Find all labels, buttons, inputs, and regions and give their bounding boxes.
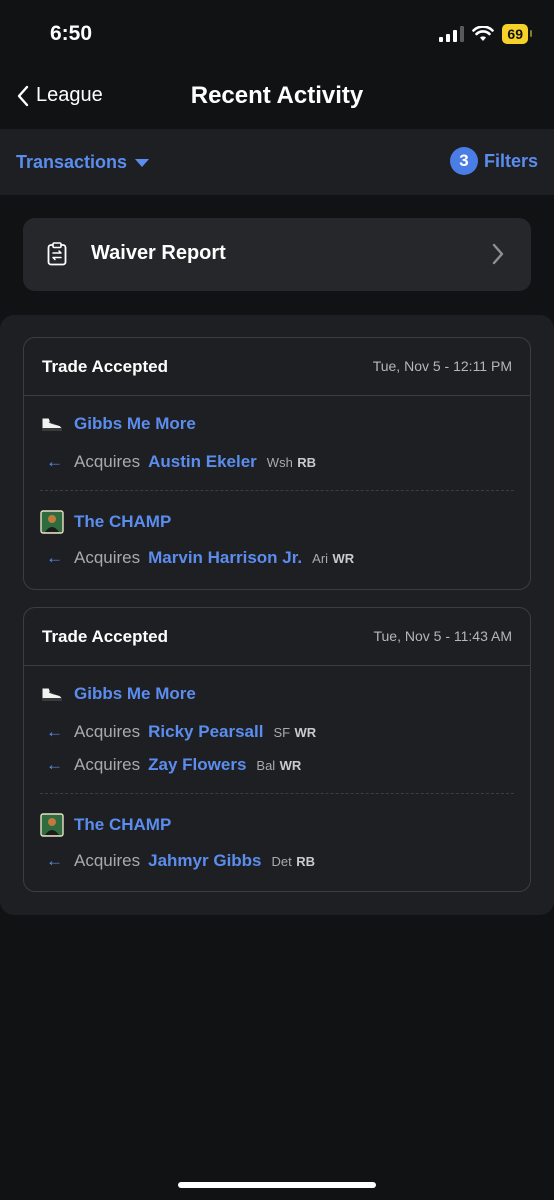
acquisition-row: ← Acquires Austin Ekeler Wsh RB bbox=[46, 452, 316, 472]
page-title: Recent Activity bbox=[190, 82, 364, 109]
status-bar: 6:50 69 bbox=[0, 0, 554, 70]
home-indicator[interactable] bbox=[178, 1182, 376, 1188]
team-name: The CHAMP bbox=[74, 512, 172, 531]
team-divider bbox=[40, 490, 514, 491]
trade-date: Tue, Nov 5 - 12:11 PM bbox=[372, 358, 512, 374]
waiver-report-label: Waiver Report bbox=[91, 242, 226, 264]
player-link[interactable]: Marvin Harrison Jr. bbox=[148, 548, 302, 568]
transactions-label: Transactions bbox=[16, 152, 128, 172]
player-team: Bal bbox=[256, 758, 276, 773]
acquires-label: Acquires bbox=[74, 851, 141, 870]
filters-button[interactable]: 3 Filters bbox=[449, 147, 538, 175]
player-position: RB bbox=[296, 854, 315, 869]
cellular-signal-icon bbox=[439, 26, 465, 42]
acquisition-row: ← Acquires Marvin Harrison Jr. Ari WR bbox=[46, 548, 354, 568]
transactions-dropdown[interactable]: Transactions bbox=[16, 152, 150, 173]
player-link[interactable]: Ricky Pearsall bbox=[148, 722, 263, 742]
team-divider bbox=[40, 793, 514, 794]
trade-card-header: Trade Accepted Tue, Nov 5 - 11:43 AM bbox=[24, 608, 530, 666]
waiver-report-row[interactable]: Waiver Report bbox=[23, 218, 531, 291]
trade-card: Trade Accepted Tue, Nov 5 - 12:11 PM Gib… bbox=[23, 337, 531, 590]
player-team: Det bbox=[271, 854, 292, 869]
activity-panel: Trade Accepted Tue, Nov 5 - 12:11 PM Gib… bbox=[0, 315, 554, 915]
acquisition-row: ← Acquires Ricky Pearsall SF WR bbox=[46, 722, 316, 742]
player-team: Wsh bbox=[266, 455, 293, 470]
acquires-label: Acquires bbox=[74, 452, 141, 471]
nav-bar: League Recent Activity bbox=[0, 70, 554, 128]
chevron-right-icon bbox=[492, 243, 504, 265]
arrow-left-icon: ← bbox=[46, 452, 63, 471]
player-position: WR bbox=[332, 551, 355, 566]
filters-label: Filters bbox=[483, 150, 538, 171]
team-row[interactable]: Gibbs Me More bbox=[40, 684, 196, 704]
acquisition-row: ← Acquires Jahmyr Gibbs Det RB bbox=[46, 851, 315, 871]
team-name: Gibbs Me More bbox=[74, 414, 196, 433]
acquisition-row: ← Acquires Zay Flowers Bal WR bbox=[46, 755, 301, 775]
caret-down-icon bbox=[135, 158, 150, 167]
wifi-icon bbox=[472, 26, 495, 41]
sneaker-icon bbox=[41, 417, 63, 432]
player-link[interactable]: Jahmyr Gibbs bbox=[148, 851, 261, 871]
player-team: Ari bbox=[312, 551, 329, 566]
team-row[interactable]: The CHAMP bbox=[40, 510, 171, 534]
status-icons: 69 bbox=[439, 24, 532, 44]
trade-card: Trade Accepted Tue, Nov 5 - 11:43 AM Gib… bbox=[23, 607, 531, 892]
acquires-label: Acquires bbox=[74, 548, 141, 567]
battery-indicator: 69 bbox=[502, 24, 532, 44]
sneaker-icon bbox=[41, 687, 63, 702]
acquires-label: Acquires bbox=[74, 755, 141, 774]
trade-card-header: Trade Accepted Tue, Nov 5 - 12:11 PM bbox=[24, 338, 530, 396]
trade-status: Trade Accepted bbox=[42, 357, 168, 376]
player-position: RB bbox=[297, 455, 317, 470]
filter-bar: Transactions 3 Filters bbox=[0, 129, 554, 195]
player-link[interactable]: Austin Ekeler bbox=[148, 452, 257, 472]
acquires-label: Acquires bbox=[74, 722, 141, 741]
player-team: SF bbox=[273, 725, 291, 740]
arrow-left-icon: ← bbox=[46, 851, 63, 870]
filter-count-badge: 3 bbox=[449, 147, 478, 175]
champ-avatar-icon bbox=[40, 510, 64, 534]
player-link[interactable]: Zay Flowers bbox=[148, 755, 246, 775]
champ-avatar-icon bbox=[40, 813, 64, 837]
arrow-left-icon: ← bbox=[46, 722, 63, 741]
clipboard-swap-icon bbox=[47, 242, 67, 266]
team-name: Gibbs Me More bbox=[74, 684, 196, 703]
player-position: WR bbox=[294, 725, 317, 740]
team-name: The CHAMP bbox=[74, 815, 172, 834]
team-row[interactable]: Gibbs Me More bbox=[40, 414, 196, 434]
arrow-left-icon: ← bbox=[46, 548, 63, 567]
trade-status: Trade Accepted bbox=[42, 627, 168, 646]
player-position: WR bbox=[279, 758, 302, 773]
arrow-left-icon: ← bbox=[46, 755, 63, 774]
status-time: 6:50 bbox=[50, 22, 93, 45]
trade-date: Tue, Nov 5 - 11:43 AM bbox=[373, 628, 512, 644]
team-row[interactable]: The CHAMP bbox=[40, 813, 171, 837]
